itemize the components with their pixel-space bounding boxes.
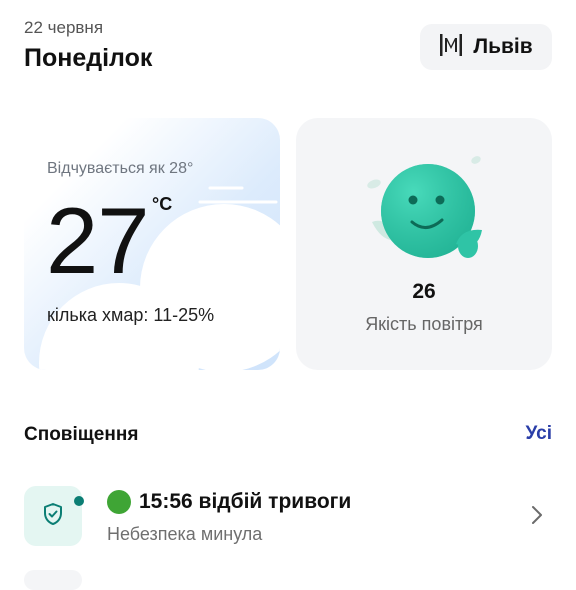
cloud-cover-label: кілька хмар: 11-25% bbox=[47, 305, 215, 325]
city-logo-icon bbox=[439, 32, 463, 63]
notifications-title: Сповіщення bbox=[24, 424, 139, 445]
all-notifications-link[interactable]: Усі bbox=[526, 423, 552, 445]
weather-card[interactable]: Відчувається як 28° 27 °C кілька хмар: 1… bbox=[24, 118, 280, 370]
temperature-value: 27 bbox=[46, 188, 150, 293]
city-name: Львів bbox=[473, 35, 533, 58]
shield-check-icon bbox=[42, 502, 64, 531]
smiley-face-icon bbox=[367, 156, 482, 258]
green-status-icon bbox=[107, 490, 131, 514]
date-label: 22 червня bbox=[24, 18, 104, 37]
notification-item[interactable]: 15:56 відбій тривоги Небезпека минула bbox=[24, 480, 552, 550]
temperature-unit: °C bbox=[152, 194, 173, 214]
air-quality-label: Якість повітря bbox=[365, 314, 483, 334]
next-notification-icon-partial bbox=[24, 570, 82, 590]
air-quality-card[interactable]: 26 Якість повітря bbox=[296, 118, 552, 370]
feels-like-label: Відчувається як 28° bbox=[47, 160, 194, 177]
notification-icon-box bbox=[24, 486, 82, 546]
notification-subtitle: Небезпека минула bbox=[107, 524, 263, 544]
air-quality-value: 26 bbox=[412, 280, 436, 303]
notification-title: 15:56 відбій тривоги bbox=[139, 490, 352, 513]
unread-indicator bbox=[74, 496, 84, 506]
notification-headline: 15:56 відбій тривоги bbox=[107, 490, 351, 514]
city-selector-button[interactable]: Львів bbox=[420, 24, 552, 70]
chevron-right-icon bbox=[530, 504, 544, 531]
weekday-title: Понеділок bbox=[24, 44, 153, 72]
